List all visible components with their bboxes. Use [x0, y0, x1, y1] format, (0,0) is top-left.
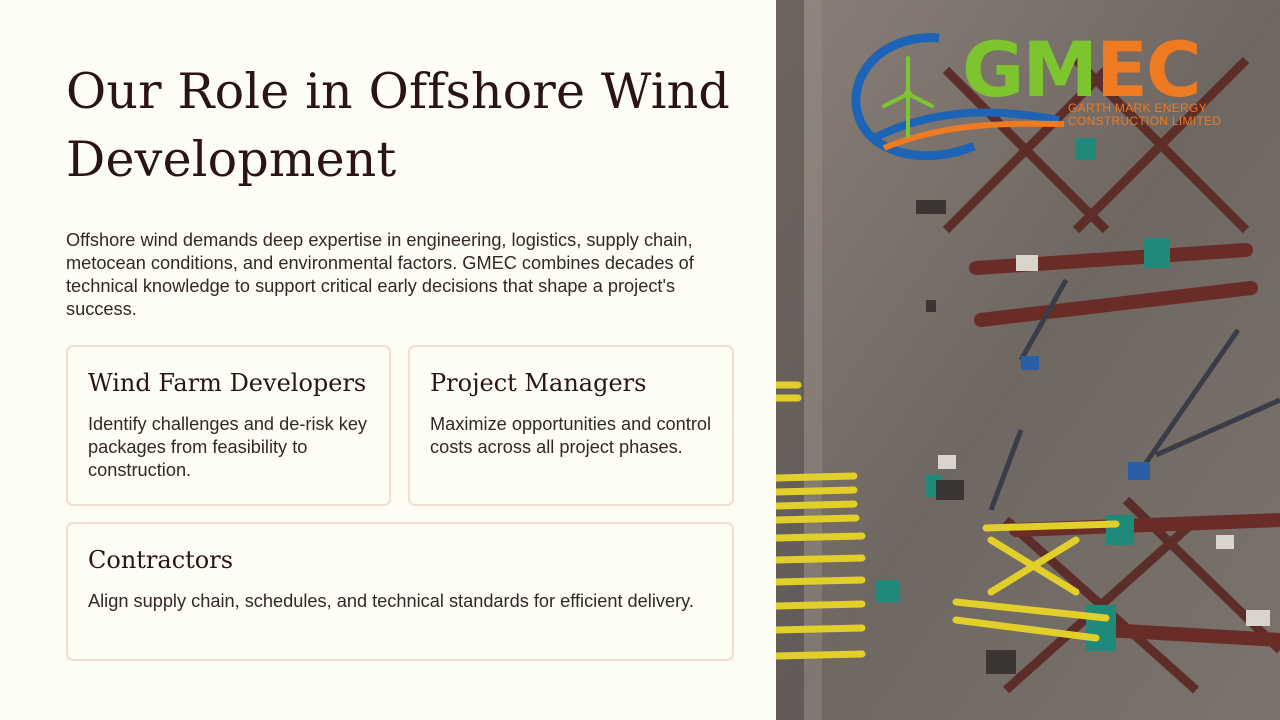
card-title: Wind Farm Developers: [88, 369, 367, 397]
logo-wordmark: GMEC: [962, 25, 1202, 114]
logo-subtitle: Garth Mark Energy Construction Limited: [1068, 101, 1222, 128]
intro-paragraph: Offshore wind demands deep expertise in …: [66, 230, 694, 319]
content-panel: Our Role in Offshore Wind Development Of…: [0, 0, 776, 720]
card-title: Contractors: [88, 546, 234, 574]
card-wind-farm-developers: Wind Farm Developers Identify challenges…: [66, 345, 391, 506]
card-body: Identify challenges and de-risk key pack…: [88, 414, 368, 480]
card-title: Project Managers: [430, 369, 647, 397]
gmec-logo: GMEC Garth Mark Energy Construction Limi…: [844, 28, 1244, 163]
page-title: Our Role in Offshore Wind Development: [66, 63, 730, 188]
card-body: Maximize opportunities and control costs…: [430, 414, 712, 457]
card-contractors: Contractors Align supply chain, schedule…: [66, 522, 734, 661]
card-project-managers: Project Managers Maximize opportunities …: [408, 345, 734, 506]
card-body: Align supply chain, schedules, and techn…: [88, 591, 694, 611]
